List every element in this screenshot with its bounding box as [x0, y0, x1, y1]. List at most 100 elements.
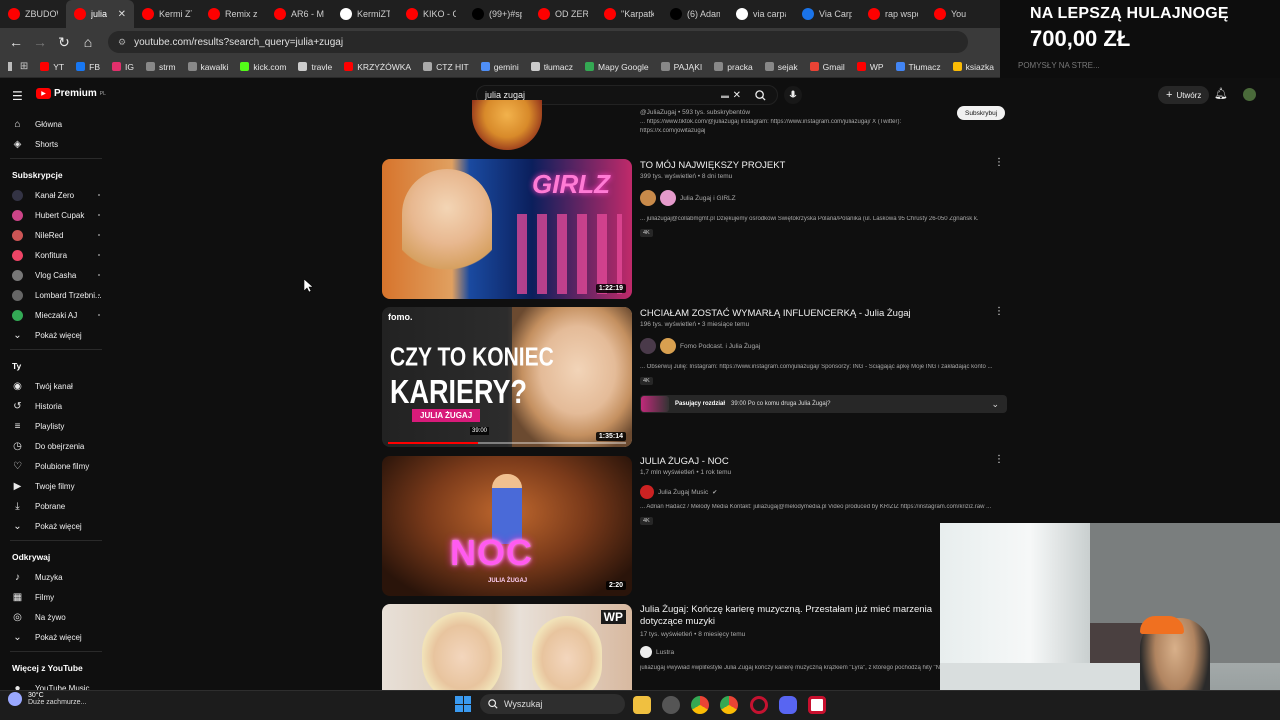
sidebar-item[interactable]: ▦ Filmy	[0, 587, 112, 607]
keyboard-icon[interactable]: ▬	[721, 91, 729, 100]
sidebar-item[interactable]: ▶ Twoje filmy	[0, 476, 112, 496]
sidebar-item[interactable]: Konfitura	[0, 245, 112, 265]
more-options-icon[interactable]: ⋮	[994, 157, 1004, 168]
bookmark-item[interactable]: gemini	[475, 62, 525, 72]
site-info-icon[interactable]: ⚙	[118, 37, 126, 48]
bookmark-item[interactable]: Tłumacz	[890, 62, 947, 72]
more-options-icon[interactable]: ⋮	[994, 454, 1004, 465]
video-channel[interactable]: Julia Żugaj i GIRLZ	[640, 190, 736, 206]
clear-search-icon[interactable]: ✕	[733, 90, 741, 101]
sidebar-item[interactable]: Mieczaki AJ	[0, 305, 112, 325]
browser-tab[interactable]: rap wspon	[860, 0, 926, 28]
browser-icon[interactable]	[720, 696, 738, 714]
section-explore[interactable]: Odkrywaj	[0, 547, 112, 567]
sidebar-item[interactable]: ♡ Polubione filmy	[0, 456, 112, 476]
more-options-icon[interactable]: ⋮	[994, 306, 1004, 317]
video-title[interactable]: TO MÓJ NAJWIĘKSZY PROJEKT	[640, 160, 950, 172]
sidebar-item[interactable]: ⌄ Pokaż więcej	[0, 516, 112, 536]
bookmark-item[interactable]: CTZ HIT	[417, 62, 475, 72]
bookmark-item[interactable]: YT	[34, 62, 70, 72]
video-channel[interactable]: Julia Żugaj Music ✔	[640, 485, 717, 499]
settings-icon[interactable]	[662, 696, 680, 714]
video-channel[interactable]: Fomo Podcast. i Julia Żugaj	[640, 338, 760, 354]
forward-icon[interactable]: →	[28, 30, 52, 54]
voice-search-button[interactable]	[784, 86, 802, 104]
bookmark-item[interactable]: sejak	[759, 62, 804, 72]
search-button[interactable]	[742, 85, 778, 105]
matching-chapter[interactable]: Pasujący rozdział 39:00 Po co komu druga…	[640, 395, 1007, 413]
sidebar-item[interactable]: Kanał Zero	[0, 185, 112, 205]
sidebar-item[interactable]: ⤓ Pobrane	[0, 496, 112, 516]
bookmark-item[interactable]: kick.com	[234, 62, 292, 72]
sidebar-item[interactable]: Vlog Casha	[0, 265, 112, 285]
create-button[interactable]: + Utwórz	[1158, 86, 1210, 104]
bookmark-item[interactable]: Mapy Google	[579, 62, 655, 72]
section-subscriptions[interactable]: Subskrypcje	[0, 165, 112, 185]
browser-tab[interactable]: KIKO - Ch	[398, 0, 464, 28]
sidebar-item[interactable]: ⌂ Główna	[0, 114, 112, 134]
avatar[interactable]	[1243, 88, 1256, 101]
reload-icon[interactable]: ↻	[52, 30, 76, 54]
video-title[interactable]: JULIA ŻUGAJ - NOC	[640, 456, 950, 468]
bookmark-item[interactable]: KRZYŻÓWKA	[338, 62, 417, 72]
bookmark-item[interactable]: tłumacz	[525, 62, 579, 72]
video-title[interactable]: Julia Żugaj: Kończę karierę muzyczną. Pr…	[640, 604, 940, 628]
bookmark-item[interactable]: pracka	[708, 62, 759, 72]
browser-tab[interactable]: OD ZERA	[530, 0, 596, 28]
address-bar[interactable]: ⚙ youtube.com/results?search_query=julia…	[108, 31, 968, 53]
video-thumbnail[interactable]: fomo. CZY TO KONIEC KARIERY? JULIA ŻUGAJ…	[382, 307, 632, 447]
sidebar-item[interactable]: ≡ Playlisty	[0, 416, 112, 436]
bookmark-item[interactable]: Gmail	[804, 62, 851, 72]
bookmark-item[interactable]: ksiazka	[947, 62, 1000, 72]
channel-avatar[interactable]	[472, 100, 542, 150]
browser-tab[interactable]: via carpati	[728, 0, 794, 28]
menu-icon[interactable]: ☰	[12, 89, 23, 103]
back-icon[interactable]: ←	[4, 30, 28, 54]
browser-tab[interactable]: AR6 - MAR	[266, 0, 332, 28]
home-icon[interactable]: ⌂	[76, 30, 100, 54]
browser-tab[interactable]: (99+)#spe	[464, 0, 530, 28]
chevron-down-icon[interactable]: ⌄	[991, 399, 999, 410]
browser-tab[interactable]: KermiZTS	[332, 0, 398, 28]
windows-start-icon[interactable]	[455, 696, 471, 712]
discord-icon[interactable]	[779, 696, 797, 714]
section-more-youtube[interactable]: Więcej z YouTube	[0, 658, 112, 678]
browser-tab[interactable]: ZBUDOWA	[0, 0, 66, 28]
grid-icon[interactable]: ⊞	[20, 61, 28, 72]
sidebar-item[interactable]: Hubert Cupak	[0, 205, 112, 225]
bookmark-item[interactable]: FB	[70, 62, 106, 72]
browser-tab[interactable]: Remix z Se	[200, 0, 266, 28]
sidebar-item[interactable]: ◎ Na żywo	[0, 607, 112, 627]
sidebar-item[interactable]: ◉ Twój kanał	[0, 376, 112, 396]
browser-tab[interactable]: (6) Adam	[662, 0, 728, 28]
apps-icon[interactable]	[8, 62, 12, 71]
opera-icon[interactable]	[750, 696, 768, 714]
close-tab-icon[interactable]: ✕	[118, 9, 126, 20]
video-thumbnail[interactable]: GIRLZ 1:22:19	[382, 159, 632, 299]
sidebar-item[interactable]: Lombard Trzebni...	[0, 285, 112, 305]
bookmark-item[interactable]: IG	[106, 62, 140, 72]
taskbar-search[interactable]: Wyszukaj	[480, 694, 625, 714]
sidebar-item[interactable]: ◷ Do obejrzenia	[0, 436, 112, 456]
bookmark-item[interactable]: WP	[851, 62, 890, 72]
sidebar-item[interactable]: ↺ Historia	[0, 396, 112, 416]
progress-track[interactable]	[388, 442, 626, 444]
bookmark-item[interactable]: strm	[140, 62, 182, 72]
notifications-icon[interactable]: 🔔︎	[1214, 87, 1228, 100]
video-thumbnail[interactable]: WP	[382, 604, 632, 690]
sidebar-item[interactable]: NileRed	[0, 225, 112, 245]
video-title[interactable]: CHCIAŁAM ZOSTAĆ WYMARŁĄ INFLUENCERKĄ - J…	[640, 308, 950, 320]
file-explorer-icon[interactable]	[633, 696, 651, 714]
sidebar-item[interactable]: ◈ Shorts	[0, 134, 112, 154]
video-thumbnail[interactable]: NOC JULIA ŻUGAJ 2:20	[382, 456, 632, 596]
bookmark-item[interactable]: kawalki	[182, 62, 235, 72]
subscribe-button[interactable]: Subskrybuj	[957, 106, 1006, 120]
sidebar-item[interactable]: ♪ Muzyka	[0, 567, 112, 587]
section-you[interactable]: Ty	[0, 356, 112, 376]
browser-tab[interactable]: "Karpatka	[596, 0, 662, 28]
browser-tab[interactable]: You	[926, 0, 992, 28]
weather-widget[interactable]: 30°C Duże zachmurze...	[8, 692, 86, 706]
sidebar-item[interactable]: ⌄ Pokaż więcej	[0, 627, 112, 647]
browser-tab[interactable]: julia zu ✕	[66, 0, 134, 28]
youtube-logo[interactable]: ▶ Premium PL	[36, 88, 106, 99]
